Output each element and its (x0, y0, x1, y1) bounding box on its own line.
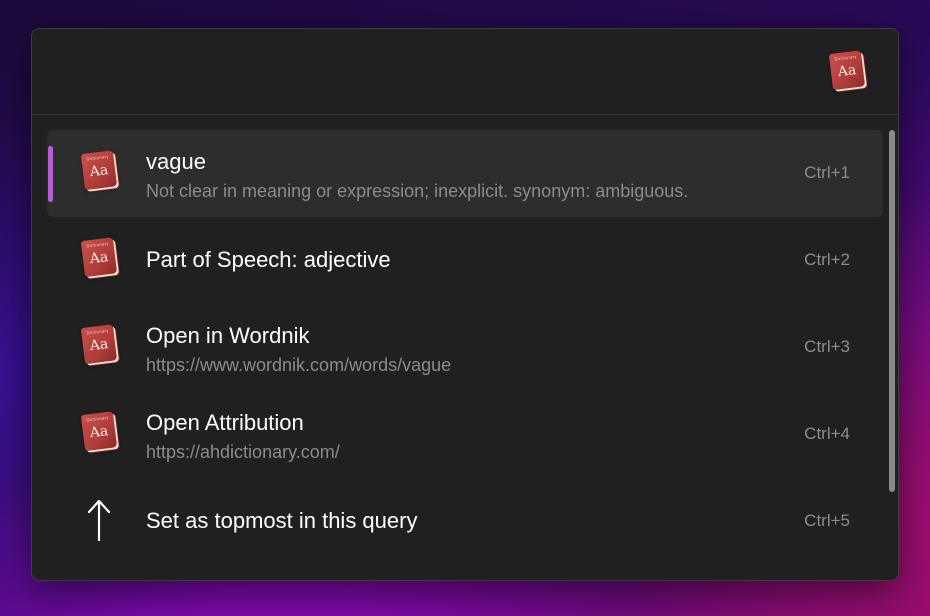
result-item-set-topmost[interactable]: Set as topmost in this query Ctrl+5 (47, 478, 883, 565)
result-item-vague[interactable]: Dictionary Aa vague Not clear in meaning… (47, 130, 883, 217)
result-title: vague (146, 149, 206, 174)
scrollbar-thumb[interactable] (889, 130, 895, 492)
shortcut-hint: Ctrl+1 (804, 163, 850, 182)
result-title: Open in Wordnik (146, 323, 310, 348)
dictionary-book-icon: Dictionary Aa (80, 237, 119, 279)
result-subtitle: https://ahdictionary.com/ (146, 442, 340, 462)
plugin-icon: Dictionary Aa (828, 50, 867, 92)
dictionary-book-icon: Dictionary Aa (828, 50, 867, 92)
dictionary-book-icon: Dictionary Aa (80, 411, 119, 453)
shortcut-hint: Ctrl+3 (804, 337, 850, 356)
result-subtitle: Not clear in meaning or expression; inex… (146, 181, 689, 201)
shortcut-hint: Ctrl+5 (804, 511, 850, 530)
result-item-part-of-speech[interactable]: Dictionary Aa Part of Speech: adjective … (47, 217, 883, 304)
dictionary-book-icon: Dictionary Aa (80, 150, 119, 192)
result-title: Open Attribution (146, 410, 304, 435)
launcher-window: Dictionary Aa Dictionary Aa vague Not cl… (31, 28, 899, 581)
result-item-open-in-wordnik[interactable]: Dictionary Aa Open in Wordnik https://ww… (47, 304, 883, 391)
arrow-up-icon (87, 499, 111, 542)
shortcut-hint: Ctrl+2 (804, 250, 850, 269)
dictionary-book-icon: Dictionary Aa (80, 324, 119, 366)
search-bar: Dictionary Aa (32, 29, 898, 115)
result-title: Set as topmost in this query (146, 508, 418, 533)
search-input[interactable] (52, 51, 816, 93)
result-item-open-attribution[interactable]: Dictionary Aa Open Attribution https://a… (47, 391, 883, 478)
result-subtitle: https://www.wordnik.com/words/vague (146, 355, 452, 375)
shortcut-hint: Ctrl+4 (804, 424, 850, 443)
selection-indicator (48, 146, 53, 202)
results-list: Dictionary Aa vague Not clear in meaning… (32, 115, 898, 580)
result-title: Part of Speech: adjective (146, 247, 391, 272)
